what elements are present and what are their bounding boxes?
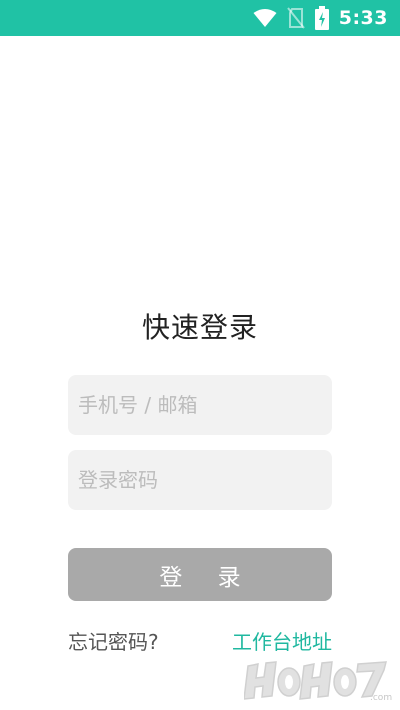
status-time: 5:33	[338, 7, 388, 29]
phone-email-field[interactable]	[68, 375, 332, 435]
status-bar: 5:33	[0, 0, 400, 36]
password-input[interactable]	[76, 467, 324, 493]
no-sim-icon	[286, 7, 305, 29]
workbench-address-link[interactable]: 工作台地址	[232, 626, 332, 655]
wifi-icon	[253, 8, 277, 28]
phone-email-input[interactable]	[76, 392, 324, 418]
battery-charging-icon	[314, 6, 329, 30]
svg-text:.com: .com	[370, 693, 392, 702]
password-field[interactable]	[68, 450, 332, 510]
forgot-password-link[interactable]: 忘记密码?	[68, 626, 159, 655]
status-icons: 5:33	[253, 0, 388, 36]
login-button[interactable]: 登 录	[68, 548, 332, 601]
watermark-logo: .com	[244, 661, 392, 702]
page-title: 快速登录	[141, 311, 258, 344]
